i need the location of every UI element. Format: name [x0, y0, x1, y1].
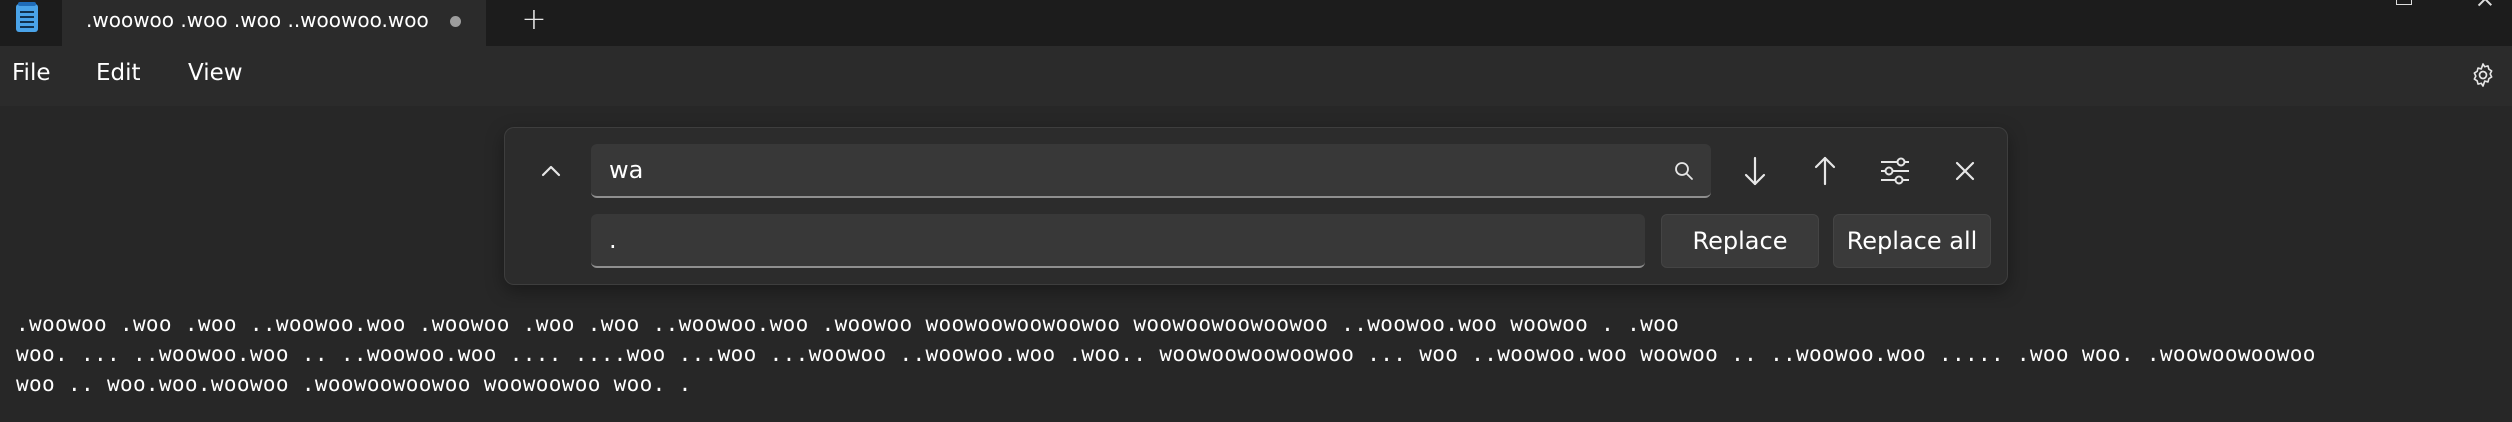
menu-bar: File Edit View [0, 46, 2512, 106]
editor-line: .woowoo .woo .woo ..woowoo.woo .woowoo .… [16, 312, 1680, 336]
replace-input[interactable]: . [591, 214, 1645, 268]
arrow-down-icon[interactable] [1727, 144, 1783, 198]
minimize-icon[interactable] [2302, 0, 2342, 10]
find-input-value: wa [609, 156, 644, 184]
replace-input-value: . [609, 226, 617, 254]
title-bar: .woowoo .woo .woo ..woowoo.woo + [0, 0, 2512, 46]
notepad-app-icon [16, 2, 38, 32]
arrow-up-icon[interactable] [1797, 144, 1853, 198]
menu-file[interactable]: File [12, 60, 51, 86]
tab-document[interactable]: .woowoo .woo .woo ..woowoo.woo [62, 0, 486, 46]
menu-view[interactable]: View [188, 60, 243, 86]
find-replace-panel: wa . Replace Replace all [504, 127, 2008, 285]
tab-title: .woowoo .woo .woo ..woowoo.woo [86, 8, 429, 32]
text-editor[interactable]: .woowoo .woo .woo ..woowoo.woo .woowoo .… [0, 308, 2512, 422]
maximize-icon[interactable] [2384, 0, 2424, 10]
find-input[interactable]: wa [591, 144, 1711, 198]
new-tab-button[interactable]: + [518, 0, 550, 40]
search-icon[interactable] [1673, 160, 1695, 182]
editor-line: woo .. woo.woo.woowoo .woowoowoowoo woow… [16, 372, 692, 396]
close-icon[interactable] [2466, 0, 2506, 10]
chevron-up-icon[interactable] [523, 146, 579, 196]
editor-line: woo. ... ..woowoo.woo .. ..woowoo.woo ..… [16, 342, 2316, 366]
unsaved-dot-icon[interactable] [450, 16, 461, 27]
menu-edit[interactable]: Edit [96, 60, 141, 86]
sliders-icon[interactable] [1867, 144, 1923, 198]
replace-button[interactable]: Replace [1661, 214, 1819, 268]
gear-icon[interactable] [2470, 62, 2496, 88]
close-search-icon[interactable] [1937, 144, 1993, 198]
replace-all-button[interactable]: Replace all [1833, 214, 1991, 268]
